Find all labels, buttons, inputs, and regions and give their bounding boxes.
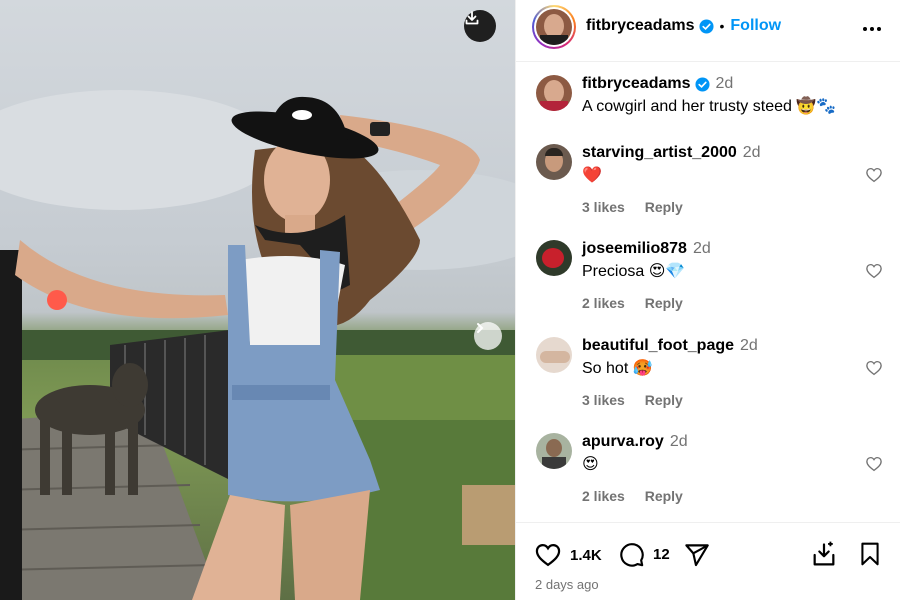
comment-username[interactable]: joseemilio878 — [582, 240, 687, 258]
comment-age: 2d — [742, 144, 761, 161]
comment-avatar[interactable] — [536, 144, 572, 180]
comment-reply-button[interactable]: Reply — [645, 295, 683, 311]
caption-username[interactable]: fitbryceadams — [582, 75, 691, 93]
comment-age: 2d — [669, 433, 688, 450]
like-button[interactable]: 1.4K — [534, 541, 602, 569]
post-header: fitbryceadams • Follow — [516, 0, 900, 62]
comment-like-button[interactable] — [865, 455, 883, 478]
comment-like-count[interactable]: 3 likes — [582, 199, 625, 215]
comment-button[interactable]: 12 — [618, 541, 670, 568]
comment-text: 😍 — [582, 456, 599, 473]
comment-username[interactable]: beautiful_foot_page — [582, 337, 734, 355]
comment-avatar[interactable] — [536, 240, 572, 276]
save-download-icon — [813, 541, 835, 566]
separator-dot: • — [719, 18, 725, 34]
comment-count: 12 — [653, 546, 670, 563]
comment-like-count[interactable]: 2 likes — [582, 488, 625, 504]
save-button[interactable] — [857, 541, 883, 567]
comment-age: 2d — [740, 337, 758, 354]
bookmark-icon — [861, 542, 879, 566]
comment-avatar[interactable] — [536, 433, 572, 469]
verified-badge-icon — [698, 18, 714, 34]
post-photo[interactable] — [0, 0, 515, 600]
more-horizontal-icon — [863, 27, 881, 31]
follow-button[interactable]: Follow — [730, 17, 781, 35]
chevron-right-icon — [477, 323, 484, 333]
comment-age: 2d — [692, 240, 711, 257]
comment-icon — [620, 543, 644, 567]
photo-scene — [0, 90, 515, 600]
comment-avatar[interactable] — [536, 337, 572, 373]
share-button[interactable] — [683, 542, 710, 569]
download-icon — [465, 11, 479, 25]
comment-reply-button[interactable]: Reply — [645, 199, 683, 215]
verified-badge-icon — [694, 76, 710, 92]
post-timestamp: 2 days ago — [535, 577, 599, 592]
caption-author-avatar[interactable] — [536, 75, 572, 111]
heart-icon — [866, 263, 882, 279]
author-username[interactable]: fitbryceadams — [586, 17, 695, 35]
comment-like-count[interactable]: 2 likes — [582, 295, 625, 311]
post-side-panel: fitbryceadams • Follow fitbryceadams 2d … — [515, 0, 900, 600]
comment-text: ❤️ — [582, 167, 602, 184]
caption-text: A cowgirl and her trusty steed 🤠🐾 — [582, 98, 837, 115]
comment-like-button[interactable] — [865, 166, 883, 189]
comment-reply-button[interactable]: Reply — [645, 488, 683, 504]
comment-like-count[interactable]: 3 likes — [582, 392, 625, 408]
next-photo-button[interactable] — [474, 322, 502, 350]
comment-reply-button[interactable]: Reply — [645, 392, 683, 408]
comment-like-button[interactable] — [865, 359, 883, 382]
paper-plane-icon — [685, 544, 709, 567]
comment-like-button[interactable] — [865, 262, 883, 285]
comment-username[interactable]: starving_artist_2000 — [582, 144, 737, 162]
save-download-button[interactable] — [810, 541, 838, 569]
like-count[interactable]: 1.4K — [570, 547, 602, 564]
author-avatar-ring[interactable] — [532, 5, 576, 49]
heart-icon — [866, 167, 882, 183]
download-button[interactable] — [464, 10, 496, 42]
comment-text: Preciosa 😍💎 — [582, 263, 686, 280]
comment-username[interactable]: apurva.roy — [582, 433, 664, 451]
heart-icon — [866, 456, 882, 472]
caption-age: 2d — [715, 75, 734, 92]
author-avatar — [536, 9, 572, 45]
more-options-button[interactable] — [861, 18, 883, 45]
heart-icon — [866, 360, 882, 376]
heart-icon — [535, 543, 561, 567]
comment-text: So hot 🥵 — [582, 360, 653, 377]
